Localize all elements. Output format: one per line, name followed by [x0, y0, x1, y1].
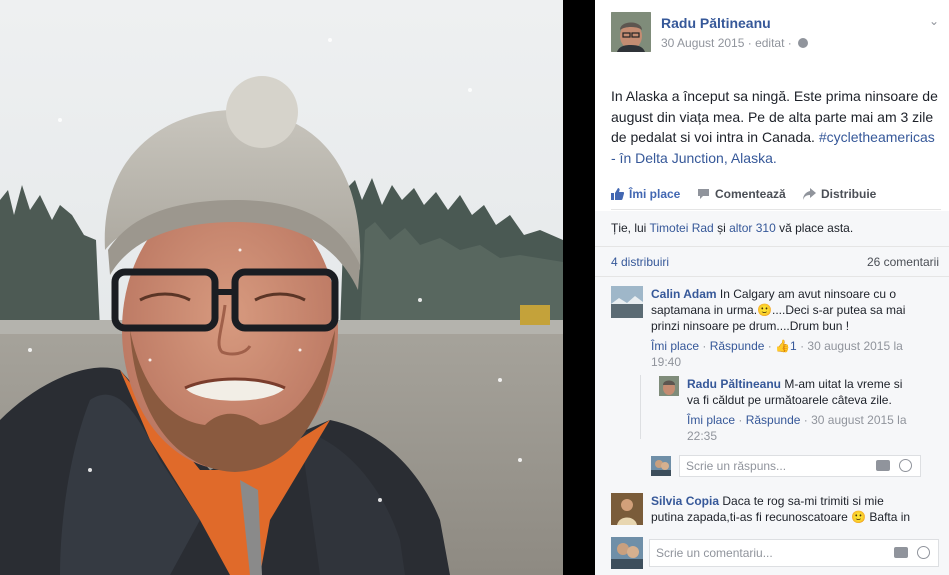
current-user-avatar [611, 537, 643, 569]
reply-item: Radu Păltineanu M-am uitat la vreme si v… [659, 376, 941, 446]
reply-like-link[interactable]: Îmi place [687, 413, 735, 427]
post-timestamp[interactable]: 30 August 2015 · editat · [661, 36, 792, 50]
comment-body: Silvia Copia Daca te rog sa-mi trimiti s… [651, 493, 913, 525]
selfie-image [0, 0, 563, 575]
reply-input[interactable]: Scrie un răspuns... [679, 455, 921, 477]
comment-button[interactable]: Comentează [697, 187, 786, 201]
others-link[interactable]: altor 310 [729, 221, 776, 235]
reply-actions: Îmi place · Răspunde · 30 august 2015 la… [687, 413, 907, 443]
camera-icon[interactable] [876, 460, 890, 471]
location-link[interactable]: Delta Junction, Alaska. [635, 150, 777, 166]
replier-name[interactable]: Radu Păltineanu [687, 377, 781, 391]
post-header: Radu Păltineanu 30 August 2015 · editat … [611, 12, 941, 54]
liker-link[interactable]: Timotei Rad [649, 221, 713, 235]
smiley-icon[interactable] [917, 546, 930, 559]
current-user-avatar [651, 456, 671, 476]
action-bar: Îmi place Comentează Distribuie [611, 180, 941, 210]
share-label: Distribuie [821, 187, 877, 201]
comments-count[interactable]: 26 comentarii [867, 255, 939, 269]
comment-actions: Îmi place · Răspunde · 👍1 · 30 august 20… [651, 339, 903, 369]
like-label: Îmi place [629, 187, 681, 201]
author-avatar[interactable] [611, 12, 651, 52]
replier-avatar[interactable] [659, 376, 679, 396]
post-photo[interactable] [0, 0, 563, 575]
likes-and: și [717, 221, 726, 235]
author-name[interactable]: Radu Păltineanu [661, 15, 771, 31]
comment-item: Silvia Copia Daca te rog sa-mi trimiti s… [611, 493, 941, 533]
smiley-icon[interactable] [899, 459, 912, 472]
thumbs-up-icon [611, 188, 624, 200]
commenter-avatar[interactable] [611, 493, 643, 525]
reply-thread-line [640, 375, 641, 439]
reply-body: Radu Păltineanu M-am uitat la vreme si v… [687, 376, 911, 444]
share-button[interactable]: Distribuie [803, 187, 876, 201]
globe-icon [798, 38, 809, 48]
separator [563, 0, 595, 575]
comment-label: Comentează [715, 187, 786, 201]
comment-like-link[interactable]: Îmi place [651, 339, 699, 353]
thumbs-up-icon[interactable]: 👍 [775, 339, 790, 353]
comment-body: Calin Adam In Calgary am avut ninsoare c… [651, 286, 913, 370]
share-arrow-icon [803, 188, 816, 200]
comment-reply-link[interactable]: Răspunde [710, 339, 765, 353]
shares-count[interactable]: 4 distribuiri [611, 255, 669, 269]
likes-suffix: vă place asta. [779, 221, 854, 235]
like-button[interactable]: Îmi place [611, 187, 680, 201]
comment-like-count[interactable]: 1 [790, 339, 797, 353]
reply-reply-link[interactable]: Răspunde [746, 413, 801, 427]
chevron-down-icon[interactable]: ⌄ [927, 14, 941, 28]
comment-item: Calin Adam In Calgary am avut ninsoare c… [611, 286, 941, 376]
comment-input-placeholder: Scrie un comentariu... [656, 546, 773, 560]
likes-prefix: Ție, lui [611, 221, 647, 235]
post-meta: 30 August 2015 · editat · [661, 36, 809, 50]
hashtag-link[interactable]: #cycletheamericas [819, 129, 935, 145]
commenter-avatar[interactable] [611, 286, 643, 318]
comments-section: Calin Adam In Calgary am avut ninsoare c… [595, 277, 949, 575]
post-panel: Radu Păltineanu 30 August 2015 · editat … [595, 0, 949, 575]
reply-input-placeholder: Scrie un răspuns... [686, 459, 787, 473]
likes-summary: Ție, lui Timotei Rad și altor 310 vă pla… [595, 211, 949, 247]
comment-icon [698, 189, 709, 199]
location-prefix: - în [611, 149, 632, 166]
counts-row: 4 distribuiri 26 comentarii [595, 247, 949, 277]
post-text: In Alaska a început sa ningă. Este prima… [611, 86, 941, 168]
comment-input[interactable]: Scrie un comentariu... [649, 539, 939, 567]
commenter-name[interactable]: Calin Adam [651, 287, 717, 301]
commenter-name[interactable]: Silvia Copia [651, 494, 719, 508]
camera-icon[interactable] [894, 547, 908, 558]
